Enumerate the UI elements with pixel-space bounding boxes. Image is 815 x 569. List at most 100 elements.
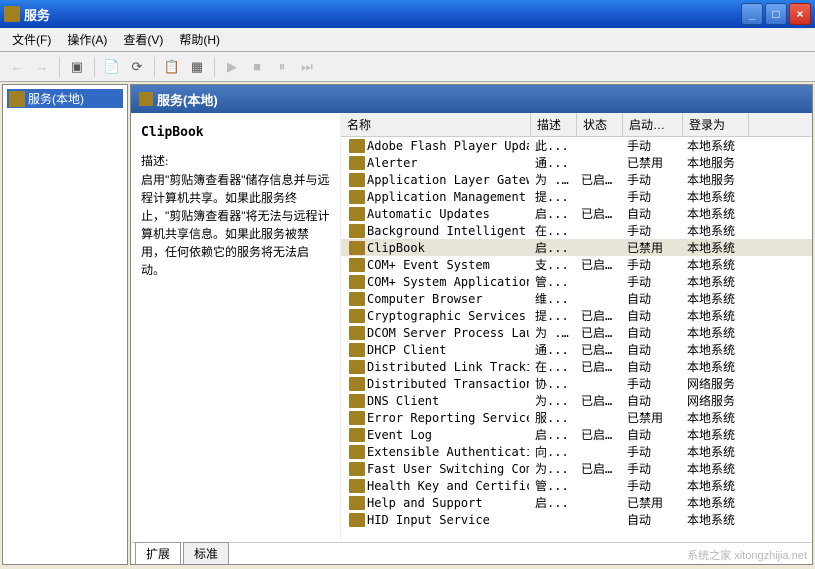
column-desc[interactable]: 描述: [531, 113, 577, 136]
service-row[interactable]: Application Layer Gatewa...为 ...已启动手动本地服…: [341, 171, 812, 188]
toolbar-separator: [94, 57, 95, 77]
toolbar: ← → ▣ 📄 ⟳ 📋 ▦ ▶ ■ ⏸ ⏭: [0, 52, 815, 82]
service-row[interactable]: Distributed Transaction ...协...手动网络服务: [341, 375, 812, 392]
panel-header: 服务(本地): [131, 85, 812, 113]
service-state: [575, 417, 621, 419]
export-icon[interactable]: 📄: [101, 56, 123, 78]
close-button[interactable]: ×: [789, 3, 811, 25]
service-row[interactable]: Health Key and Certifica...管...手动本地系统: [341, 477, 812, 494]
service-row[interactable]: DNS Client为...已启动自动网络服务: [341, 392, 812, 409]
properties-icon[interactable]: 📋: [161, 56, 183, 78]
service-logon: 本地系统: [681, 510, 747, 529]
service-state: [575, 519, 621, 521]
service-name: Cryptographic Services: [367, 309, 526, 323]
gear-icon: [349, 513, 365, 527]
restart-service-icon[interactable]: ⏭: [296, 56, 318, 78]
service-state: 已启动: [575, 425, 621, 444]
service-name: Event Log: [367, 428, 432, 442]
minimize-button[interactable]: _: [741, 3, 763, 25]
toolbar-showhide-icon[interactable]: ▣: [66, 56, 88, 78]
gear-icon: [349, 241, 365, 255]
column-name[interactable]: 名称: [341, 113, 531, 136]
service-row[interactable]: DHCP Client通...已启动自动本地系统: [341, 341, 812, 358]
description-text: 启用"剪贴簿查看器"储存信息并与远程计算机共享。如果此服务终止，"剪贴簿查看器"…: [141, 171, 330, 279]
tab-standard[interactable]: 标准: [183, 542, 229, 564]
service-name: DCOM Server Process Laun...: [367, 326, 529, 340]
service-row[interactable]: Event Log启...已启动自动本地系统: [341, 426, 812, 443]
service-state: [575, 485, 621, 487]
service-row[interactable]: Application Management提...手动本地系统: [341, 188, 812, 205]
gear-icon: [349, 377, 365, 391]
list-rows[interactable]: Adobe Flash Player Updat...此...手动本地系统Ale…: [341, 137, 812, 529]
service-row[interactable]: DCOM Server Process Laun...为 ...已启动自动本地系…: [341, 324, 812, 341]
pause-service-icon[interactable]: ⏸: [271, 56, 293, 78]
service-row[interactable]: Computer Browser维...自动本地系统: [341, 290, 812, 307]
panel-title: 服务(本地): [157, 90, 218, 109]
window-titlebar: 服务 _ □ ×: [0, 0, 815, 28]
service-name: Fast User Switching Comp...: [367, 462, 529, 476]
start-service-icon[interactable]: ▶: [221, 56, 243, 78]
service-row[interactable]: Extensible Authenticatio...向...手动本地系统: [341, 443, 812, 460]
service-row[interactable]: Alerter通...已禁用本地服务: [341, 154, 812, 171]
tree-item-label: 服务(本地): [28, 90, 84, 107]
toolbar-separator: [214, 57, 215, 77]
menu-action[interactable]: 操作(A): [61, 29, 113, 50]
service-name: DHCP Client: [367, 343, 446, 357]
list-header: 名称 描述 状态 启动类型 登录为: [341, 113, 812, 137]
forward-button[interactable]: →: [31, 56, 53, 78]
service-state: [575, 145, 621, 147]
stop-service-icon[interactable]: ■: [246, 56, 268, 78]
menu-view[interactable]: 查看(V): [117, 29, 169, 50]
service-name: Health Key and Certifica...: [367, 479, 529, 493]
service-desc: [529, 519, 575, 521]
gear-icon: [349, 411, 365, 425]
service-name: Computer Browser: [367, 292, 483, 306]
service-row[interactable]: Automatic Updates启...已启动自动本地系统: [341, 205, 812, 222]
service-name: Distributed Transaction ...: [367, 377, 529, 391]
service-row[interactable]: Background Intelligent T...在...手动本地系统: [341, 222, 812, 239]
help-icon[interactable]: ▦: [186, 56, 208, 78]
gear-icon: [349, 139, 365, 153]
service-state: [575, 451, 621, 453]
gear-icon: [349, 445, 365, 459]
gear-icon: [349, 173, 365, 187]
service-name: Extensible Authenticatio...: [367, 445, 529, 459]
tab-extended[interactable]: 扩展: [135, 542, 181, 564]
selected-service-name: ClipBook: [141, 125, 330, 140]
body: 服务(本地) 服务(本地) ClipBook 描述: 启用"剪贴簿查看器"储存信…: [0, 82, 815, 567]
service-row[interactable]: COM+ Event System支...已启动手动本地系统: [341, 256, 812, 273]
column-start[interactable]: 启动类型: [623, 113, 683, 136]
maximize-button[interactable]: □: [765, 3, 787, 25]
service-row[interactable]: Cryptographic Services提...已启动自动本地系统: [341, 307, 812, 324]
tree-item-services-local[interactable]: 服务(本地): [7, 89, 123, 108]
service-state: 已启动: [575, 170, 621, 189]
service-row[interactable]: Distributed Link Trackin...在...已启动自动本地系统: [341, 358, 812, 375]
service-state: 已启动: [575, 255, 621, 274]
gear-icon: [139, 92, 153, 106]
service-row[interactable]: ClipBook启...已禁用本地系统: [341, 239, 812, 256]
description-panel: ClipBook 描述: 启用"剪贴簿查看器"储存信息并与远程计算机共享。如果此…: [131, 113, 341, 542]
service-row[interactable]: HID Input Service自动本地系统: [341, 511, 812, 528]
gear-icon: [9, 91, 25, 107]
service-state: [575, 383, 621, 385]
gear-icon: [349, 360, 365, 374]
menu-file[interactable]: 文件(F): [6, 29, 57, 50]
back-button[interactable]: ←: [6, 56, 28, 78]
service-row[interactable]: Adobe Flash Player Updat...此...手动本地系统: [341, 137, 812, 154]
service-row[interactable]: COM+ System Application管...手动本地系统: [341, 273, 812, 290]
service-state: [575, 502, 621, 504]
service-row[interactable]: Error Reporting Service服...已禁用本地系统: [341, 409, 812, 426]
service-desc: 启...: [529, 493, 575, 512]
service-state: [575, 281, 621, 283]
refresh-icon[interactable]: ⟳: [126, 56, 148, 78]
gear-icon: [349, 343, 365, 357]
column-state[interactable]: 状态: [577, 113, 623, 136]
column-logon[interactable]: 登录为: [683, 113, 749, 136]
panel-body: ClipBook 描述: 启用"剪贴簿查看器"储存信息并与远程计算机共享。如果此…: [131, 113, 812, 542]
service-name: Application Layer Gatewa...: [367, 173, 529, 187]
service-row[interactable]: Fast User Switching Comp...为...已启动手动本地系统: [341, 460, 812, 477]
service-state: [575, 247, 621, 249]
service-row[interactable]: Help and Support启...已禁用本地系统: [341, 494, 812, 511]
menu-help[interactable]: 帮助(H): [173, 29, 226, 50]
service-state: 已启动: [575, 204, 621, 223]
